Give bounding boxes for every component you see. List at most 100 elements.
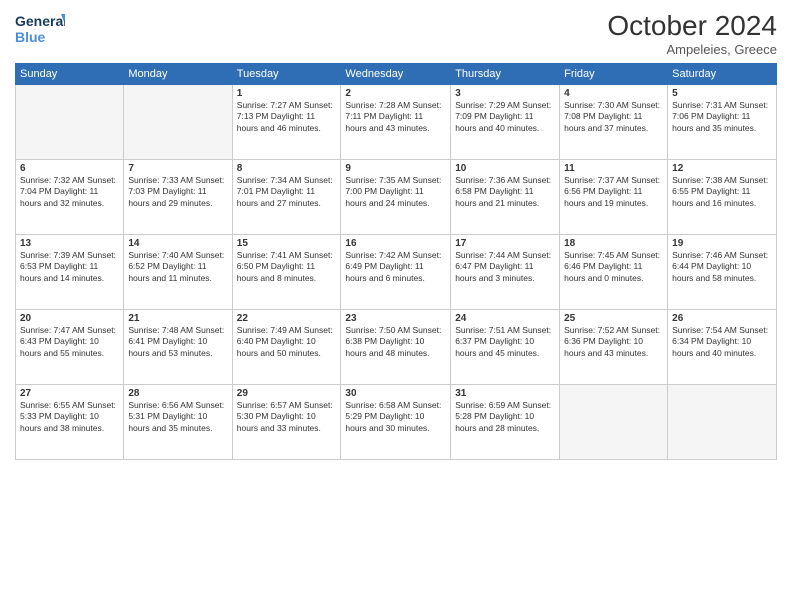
calendar-cell: 8Sunrise: 7:34 AM Sunset: 7:01 PM Daylig… bbox=[232, 160, 341, 235]
day-info: Sunrise: 7:49 AM Sunset: 6:40 PM Dayligh… bbox=[237, 325, 337, 359]
calendar-cell: 17Sunrise: 7:44 AM Sunset: 6:47 PM Dayli… bbox=[451, 235, 560, 310]
day-info: Sunrise: 7:30 AM Sunset: 7:08 PM Dayligh… bbox=[564, 100, 663, 134]
day-number: 30 bbox=[345, 388, 446, 399]
calendar-week-row: 27Sunrise: 6:55 AM Sunset: 5:33 PM Dayli… bbox=[16, 385, 777, 460]
calendar-cell: 7Sunrise: 7:33 AM Sunset: 7:03 PM Daylig… bbox=[124, 160, 232, 235]
calendar-cell: 26Sunrise: 7:54 AM Sunset: 6:34 PM Dayli… bbox=[668, 310, 777, 385]
day-info: Sunrise: 7:27 AM Sunset: 7:13 PM Dayligh… bbox=[237, 100, 337, 134]
calendar-cell: 12Sunrise: 7:38 AM Sunset: 6:55 PM Dayli… bbox=[668, 160, 777, 235]
weekday-header: Sunday bbox=[16, 64, 124, 85]
calendar-week-row: 1Sunrise: 7:27 AM Sunset: 7:13 PM Daylig… bbox=[16, 85, 777, 160]
day-info: Sunrise: 7:48 AM Sunset: 6:41 PM Dayligh… bbox=[128, 325, 227, 359]
day-info: Sunrise: 7:52 AM Sunset: 6:36 PM Dayligh… bbox=[564, 325, 663, 359]
day-number: 27 bbox=[20, 388, 119, 399]
calendar-cell: 18Sunrise: 7:45 AM Sunset: 6:46 PM Dayli… bbox=[560, 235, 668, 310]
calendar-cell: 23Sunrise: 7:50 AM Sunset: 6:38 PM Dayli… bbox=[341, 310, 451, 385]
page: General Blue October 2024 Ampeleies, Gre… bbox=[0, 0, 792, 612]
day-info: Sunrise: 7:45 AM Sunset: 6:46 PM Dayligh… bbox=[564, 250, 663, 284]
day-number: 3 bbox=[455, 88, 555, 99]
calendar-cell: 27Sunrise: 6:55 AM Sunset: 5:33 PM Dayli… bbox=[16, 385, 124, 460]
day-info: Sunrise: 7:32 AM Sunset: 7:04 PM Dayligh… bbox=[20, 175, 119, 209]
day-info: Sunrise: 7:40 AM Sunset: 6:52 PM Dayligh… bbox=[128, 250, 227, 284]
calendar-cell: 6Sunrise: 7:32 AM Sunset: 7:04 PM Daylig… bbox=[16, 160, 124, 235]
calendar-cell: 11Sunrise: 7:37 AM Sunset: 6:56 PM Dayli… bbox=[560, 160, 668, 235]
calendar-cell: 2Sunrise: 7:28 AM Sunset: 7:11 PM Daylig… bbox=[341, 85, 451, 160]
day-info: Sunrise: 7:46 AM Sunset: 6:44 PM Dayligh… bbox=[672, 250, 772, 284]
calendar-cell: 14Sunrise: 7:40 AM Sunset: 6:52 PM Dayli… bbox=[124, 235, 232, 310]
day-number: 13 bbox=[20, 238, 119, 249]
day-number: 26 bbox=[672, 313, 772, 324]
calendar-cell: 16Sunrise: 7:42 AM Sunset: 6:49 PM Dayli… bbox=[341, 235, 451, 310]
calendar-cell: 4Sunrise: 7:30 AM Sunset: 7:08 PM Daylig… bbox=[560, 85, 668, 160]
calendar-cell: 29Sunrise: 6:57 AM Sunset: 5:30 PM Dayli… bbox=[232, 385, 341, 460]
day-info: Sunrise: 6:57 AM Sunset: 5:30 PM Dayligh… bbox=[237, 400, 337, 434]
weekday-header: Monday bbox=[124, 64, 232, 85]
day-info: Sunrise: 7:42 AM Sunset: 6:49 PM Dayligh… bbox=[345, 250, 446, 284]
day-number: 28 bbox=[128, 388, 227, 399]
day-number: 5 bbox=[672, 88, 772, 99]
day-info: Sunrise: 7:39 AM Sunset: 6:53 PM Dayligh… bbox=[20, 250, 119, 284]
day-number: 22 bbox=[237, 313, 337, 324]
day-info: Sunrise: 6:56 AM Sunset: 5:31 PM Dayligh… bbox=[128, 400, 227, 434]
calendar-cell: 28Sunrise: 6:56 AM Sunset: 5:31 PM Dayli… bbox=[124, 385, 232, 460]
calendar-cell: 10Sunrise: 7:36 AM Sunset: 6:58 PM Dayli… bbox=[451, 160, 560, 235]
day-number: 19 bbox=[672, 238, 772, 249]
day-number: 16 bbox=[345, 238, 446, 249]
calendar-week-row: 13Sunrise: 7:39 AM Sunset: 6:53 PM Dayli… bbox=[16, 235, 777, 310]
calendar-cell: 1Sunrise: 7:27 AM Sunset: 7:13 PM Daylig… bbox=[232, 85, 341, 160]
day-info: Sunrise: 6:55 AM Sunset: 5:33 PM Dayligh… bbox=[20, 400, 119, 434]
calendar-cell: 24Sunrise: 7:51 AM Sunset: 6:37 PM Dayli… bbox=[451, 310, 560, 385]
month-title: October 2024 bbox=[607, 10, 777, 42]
day-number: 14 bbox=[128, 238, 227, 249]
day-number: 25 bbox=[564, 313, 663, 324]
logo: General Blue bbox=[15, 10, 65, 48]
day-number: 9 bbox=[345, 163, 446, 174]
calendar-cell bbox=[668, 385, 777, 460]
weekday-header: Saturday bbox=[668, 64, 777, 85]
weekday-header: Tuesday bbox=[232, 64, 341, 85]
day-number: 29 bbox=[237, 388, 337, 399]
day-number: 12 bbox=[672, 163, 772, 174]
title-block: October 2024 Ampeleies, Greece bbox=[607, 10, 777, 57]
calendar-cell: 22Sunrise: 7:49 AM Sunset: 6:40 PM Dayli… bbox=[232, 310, 341, 385]
day-number: 17 bbox=[455, 238, 555, 249]
day-number: 7 bbox=[128, 163, 227, 174]
day-info: Sunrise: 7:50 AM Sunset: 6:38 PM Dayligh… bbox=[345, 325, 446, 359]
day-number: 8 bbox=[237, 163, 337, 174]
logo-svg: General Blue bbox=[15, 10, 65, 48]
day-info: Sunrise: 7:35 AM Sunset: 7:00 PM Dayligh… bbox=[345, 175, 446, 209]
day-info: Sunrise: 7:36 AM Sunset: 6:58 PM Dayligh… bbox=[455, 175, 555, 209]
calendar-cell: 5Sunrise: 7:31 AM Sunset: 7:06 PM Daylig… bbox=[668, 85, 777, 160]
day-info: Sunrise: 7:41 AM Sunset: 6:50 PM Dayligh… bbox=[237, 250, 337, 284]
day-info: Sunrise: 7:38 AM Sunset: 6:55 PM Dayligh… bbox=[672, 175, 772, 209]
calendar-cell: 21Sunrise: 7:48 AM Sunset: 6:41 PM Dayli… bbox=[124, 310, 232, 385]
day-info: Sunrise: 7:29 AM Sunset: 7:09 PM Dayligh… bbox=[455, 100, 555, 134]
calendar-week-row: 6Sunrise: 7:32 AM Sunset: 7:04 PM Daylig… bbox=[16, 160, 777, 235]
day-info: Sunrise: 7:34 AM Sunset: 7:01 PM Dayligh… bbox=[237, 175, 337, 209]
day-info: Sunrise: 7:28 AM Sunset: 7:11 PM Dayligh… bbox=[345, 100, 446, 134]
calendar-cell: 3Sunrise: 7:29 AM Sunset: 7:09 PM Daylig… bbox=[451, 85, 560, 160]
day-info: Sunrise: 7:31 AM Sunset: 7:06 PM Dayligh… bbox=[672, 100, 772, 134]
day-info: Sunrise: 6:58 AM Sunset: 5:29 PM Dayligh… bbox=[345, 400, 446, 434]
day-number: 6 bbox=[20, 163, 119, 174]
weekday-header: Friday bbox=[560, 64, 668, 85]
weekday-header: Wednesday bbox=[341, 64, 451, 85]
day-number: 11 bbox=[564, 163, 663, 174]
day-info: Sunrise: 6:59 AM Sunset: 5:28 PM Dayligh… bbox=[455, 400, 555, 434]
day-info: Sunrise: 7:54 AM Sunset: 6:34 PM Dayligh… bbox=[672, 325, 772, 359]
day-info: Sunrise: 7:44 AM Sunset: 6:47 PM Dayligh… bbox=[455, 250, 555, 284]
calendar-cell: 15Sunrise: 7:41 AM Sunset: 6:50 PM Dayli… bbox=[232, 235, 341, 310]
day-number: 10 bbox=[455, 163, 555, 174]
calendar-week-row: 20Sunrise: 7:47 AM Sunset: 6:43 PM Dayli… bbox=[16, 310, 777, 385]
day-number: 15 bbox=[237, 238, 337, 249]
svg-text:General: General bbox=[15, 13, 65, 29]
calendar-cell bbox=[16, 85, 124, 160]
svg-text:Blue: Blue bbox=[15, 29, 46, 45]
day-number: 18 bbox=[564, 238, 663, 249]
day-info: Sunrise: 7:37 AM Sunset: 6:56 PM Dayligh… bbox=[564, 175, 663, 209]
day-info: Sunrise: 7:51 AM Sunset: 6:37 PM Dayligh… bbox=[455, 325, 555, 359]
calendar-cell: 13Sunrise: 7:39 AM Sunset: 6:53 PM Dayli… bbox=[16, 235, 124, 310]
weekday-header: Thursday bbox=[451, 64, 560, 85]
day-number: 1 bbox=[237, 88, 337, 99]
calendar-cell bbox=[560, 385, 668, 460]
